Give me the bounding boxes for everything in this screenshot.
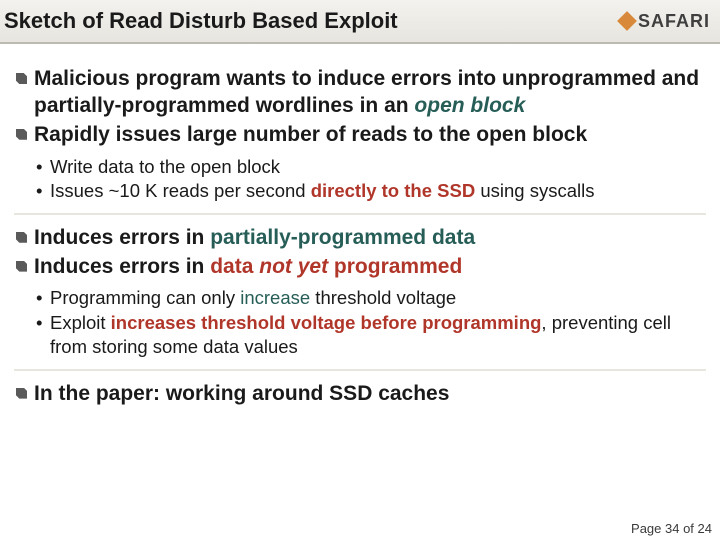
logo-diamond-icon [617, 11, 637, 31]
sub-bullet-list-1: Write data to the open block Issues ~10 … [14, 155, 706, 203]
bullet-text: In the paper: working around SSD caches [34, 382, 449, 405]
bullet-text-red: programmed [328, 255, 462, 278]
bullet-text: Induces errors in [34, 255, 210, 278]
sub-bullet-item: Issues ~10 K reads per second directly t… [14, 179, 706, 203]
sub-text: Write data to the open block [50, 156, 280, 177]
bullet-list-3: In the paper: working around SSD caches [14, 381, 706, 408]
bullet-list-2: Induces errors in partially-programmed d… [14, 225, 706, 281]
bullet-text-green: partially-programmed data [210, 226, 475, 249]
bullet-text: Induces errors in [34, 226, 210, 249]
bullet-emph: open block [414, 94, 525, 117]
sub-bullet-item: Write data to the open block [14, 155, 706, 179]
sub-bullet-item: Programming can only increase threshold … [14, 286, 706, 310]
bullet-item: In the paper: working around SSD caches [14, 381, 706, 408]
sub-bullet-item: Exploit increases threshold voltage befo… [14, 311, 706, 359]
bullet-list-1: Malicious program wants to induce errors… [14, 66, 706, 149]
sub-text: Issues ~10 K reads per second [50, 180, 311, 201]
sub-text: Programming can only [50, 287, 240, 308]
sub-text-green: increase [240, 287, 310, 308]
safari-logo: SAFARI [620, 11, 710, 32]
separator [14, 369, 706, 371]
bullet-item: Malicious program wants to induce errors… [14, 66, 706, 120]
sub-text: using syscalls [475, 180, 594, 201]
bullet-text: Malicious program wants to induce errors… [34, 67, 699, 117]
sub-text-red: directly to the SSD [311, 180, 475, 201]
title-bar: Sketch of Read Disturb Based Exploit SAF… [0, 0, 720, 44]
sub-text-red: increases threshold voltage before progr… [111, 312, 542, 333]
slide-title: Sketch of Read Disturb Based Exploit [4, 8, 398, 34]
bullet-text-red: data [210, 255, 259, 278]
sub-text: threshold voltage [310, 287, 456, 308]
bullet-text: Rapidly issues large number of reads to … [34, 123, 587, 146]
sub-text: Exploit [50, 312, 111, 333]
slide-body: Malicious program wants to induce errors… [0, 44, 720, 407]
sub-bullet-list-2: Programming can only increase threshold … [14, 286, 706, 358]
separator [14, 213, 706, 215]
bullet-item: Rapidly issues large number of reads to … [14, 122, 706, 149]
logo-text: SAFARI [638, 11, 710, 32]
bullet-text-red-italic: not yet [259, 255, 328, 278]
bullet-item: Induces errors in partially-programmed d… [14, 225, 706, 252]
page-number: Page 34 of 24 [631, 521, 712, 536]
bullet-item: Induces errors in data not yet programme… [14, 254, 706, 281]
